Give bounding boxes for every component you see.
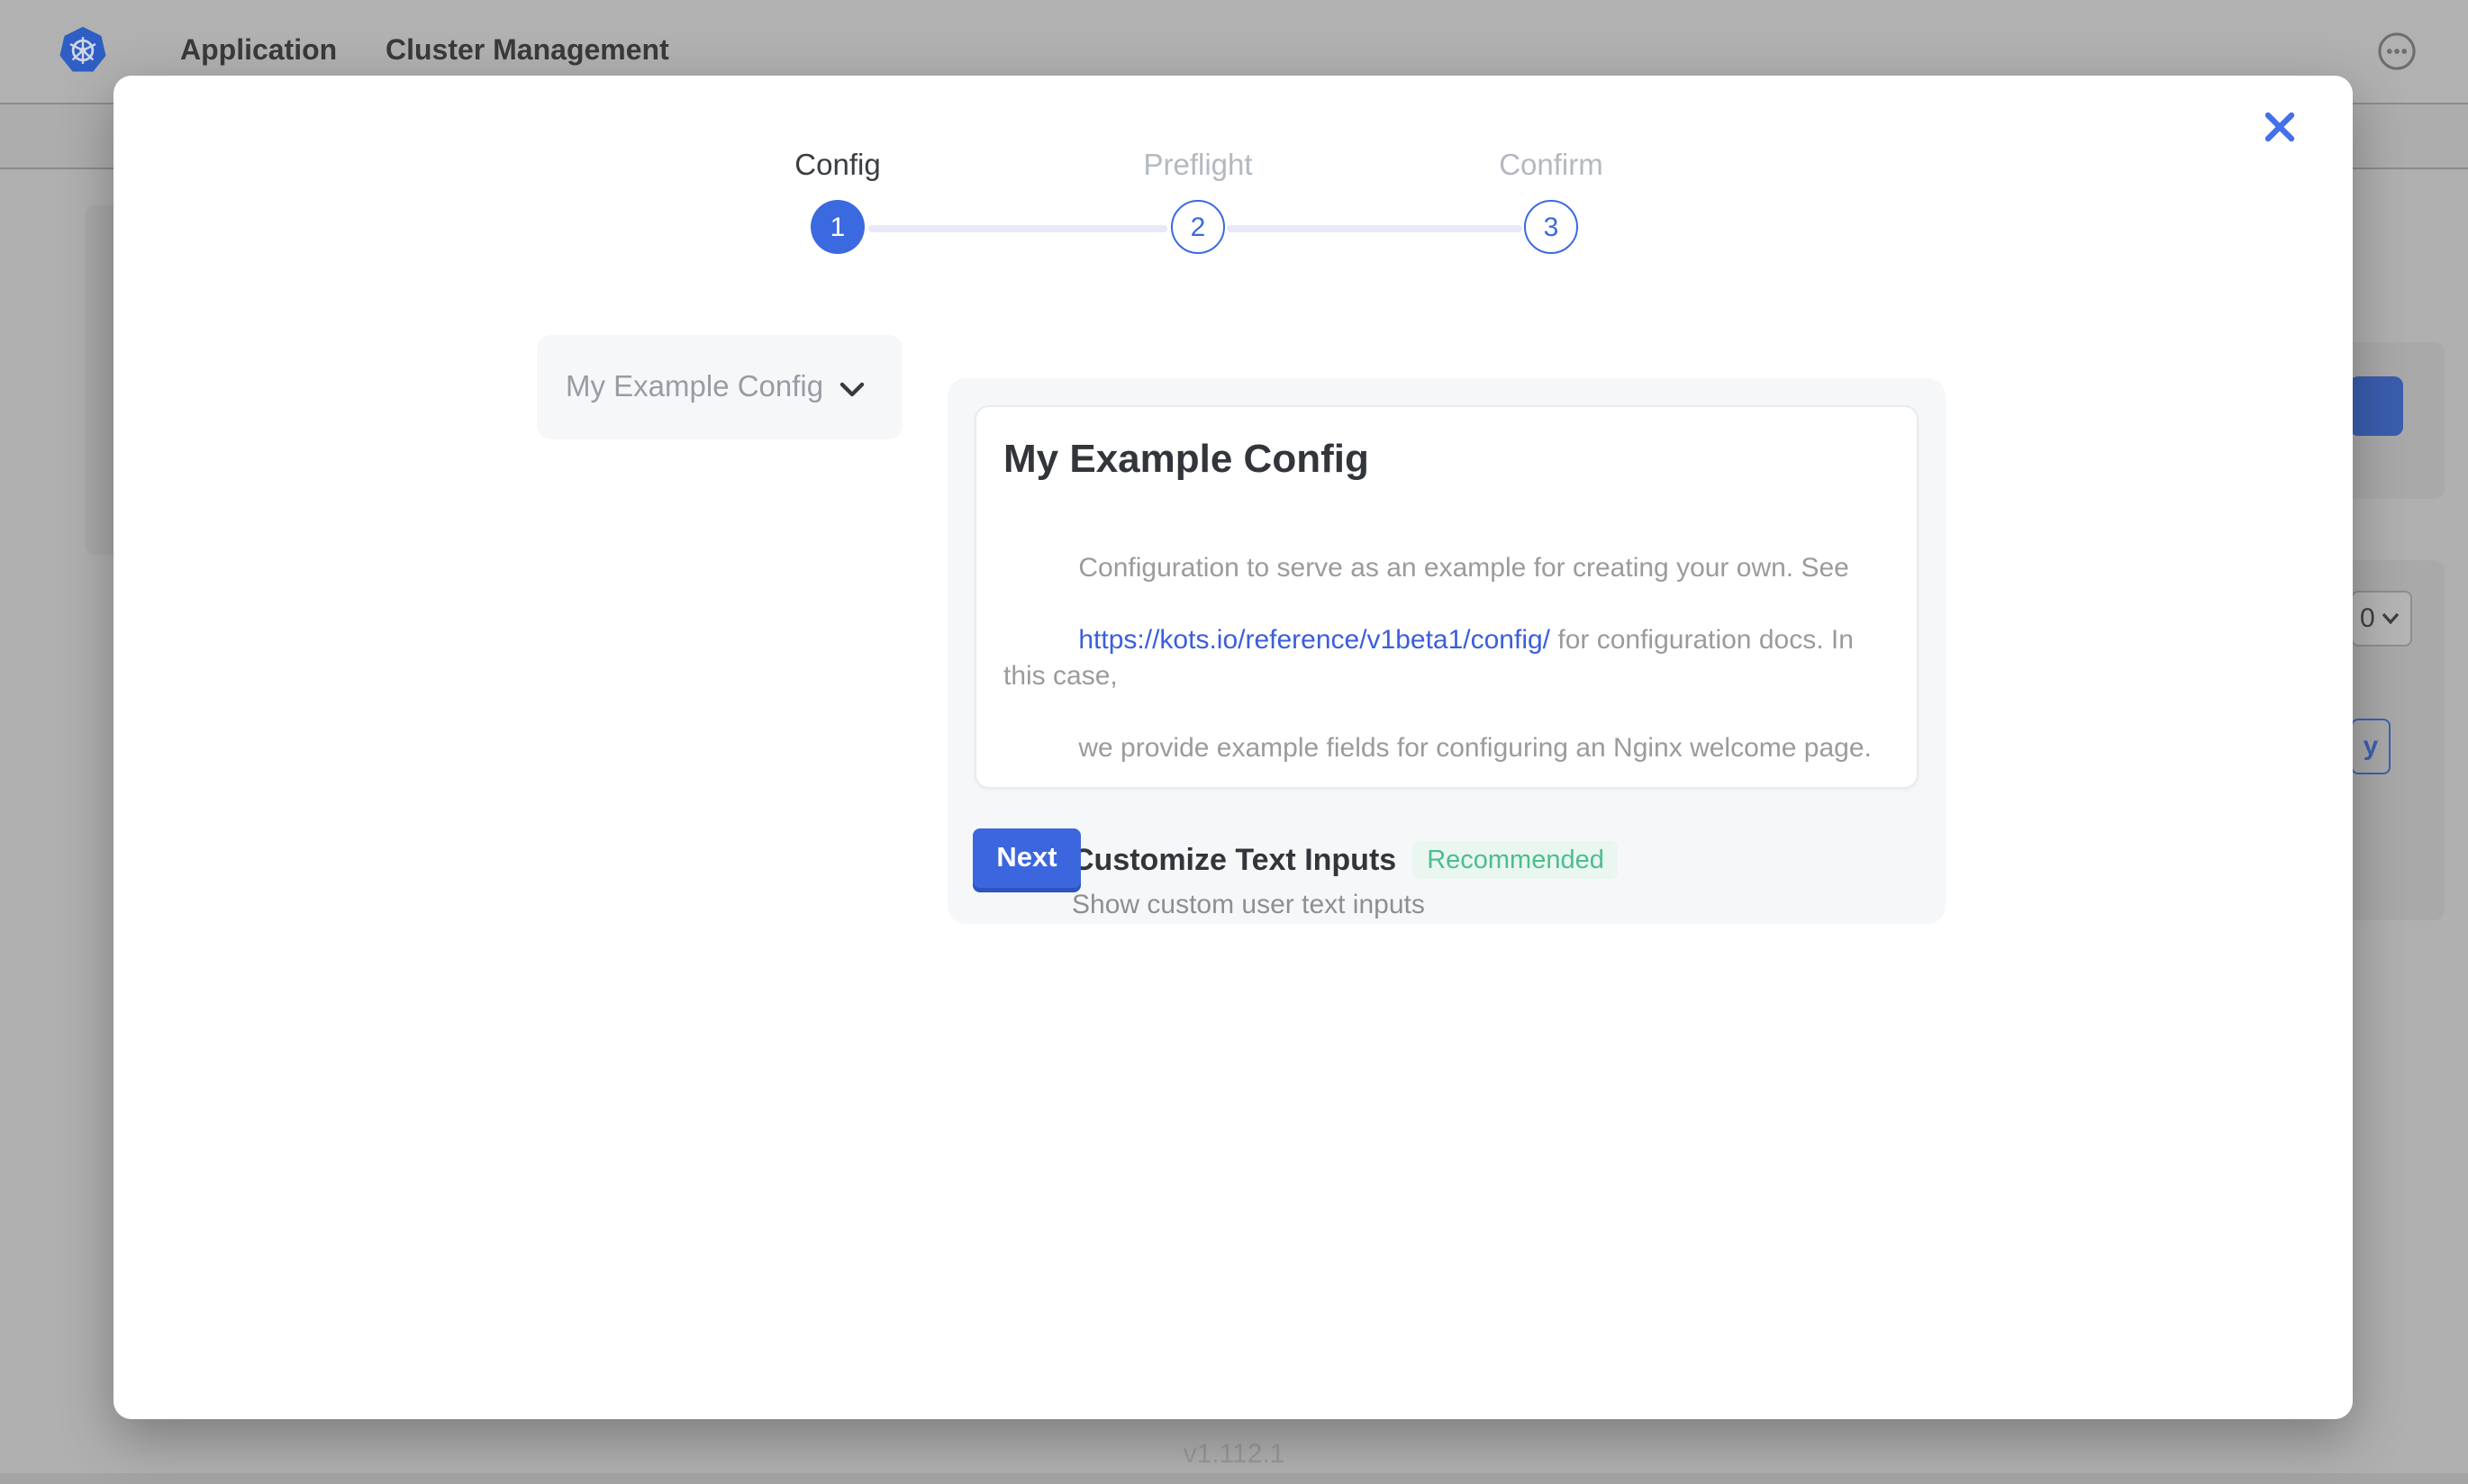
step-config-label: Config [712, 149, 964, 184]
more-menu-icon[interactable] [2378, 32, 2416, 70]
background-outline-button: y [2351, 719, 2391, 774]
chevron-down-icon [839, 381, 865, 397]
step-config-circle: 1 [811, 200, 865, 254]
step-preflight-label: Preflight [1072, 149, 1324, 184]
app-version-label: v1.112.1 [0, 1439, 2468, 1470]
background-select: 0 [2351, 591, 2412, 647]
step-preflight: Preflight 2 [1072, 149, 1324, 254]
step-confirm: Confirm 3 [1425, 149, 1677, 254]
step-config: Config 1 [712, 149, 964, 254]
config-group-nav-dropdown[interactable]: My Example Config [537, 335, 903, 439]
description-text: Configuration to serve as an example for… [1078, 553, 1848, 584]
close-button[interactable] [2254, 101, 2304, 151]
chevron-down-icon [2382, 612, 2400, 625]
background-outline-button-label: y [2364, 731, 2379, 762]
next-button-label: Next [996, 842, 1057, 874]
step-config-number: 1 [830, 212, 846, 242]
config-panel: My Example Config Configuration to serve… [948, 378, 1946, 924]
config-group-card: My Example Config Configuration to serve… [975, 405, 1919, 789]
step-preflight-circle: 2 [1171, 200, 1225, 254]
customize-text-inputs-row: Customize Text Inputs Recommended [1025, 841, 1890, 879]
step-preflight-number: 2 [1191, 212, 1206, 242]
recommended-badge: Recommended [1412, 841, 1619, 879]
config-wizard-modal: Config 1 Preflight 2 Confirm 3 My Exampl… [113, 76, 2353, 1419]
description-text: we provide example fields for configurin… [1078, 733, 1872, 764]
close-icon [2264, 111, 2294, 141]
background-primary-button [2349, 376, 2403, 436]
step-confirm-circle: 3 [1524, 200, 1578, 254]
page: Application Cluster Management 0 y v1.11… [0, 0, 2468, 1484]
config-group-description: Configuration to serve as an example for… [1003, 515, 1890, 803]
customize-text-inputs-label: Customize Text Inputs [1072, 842, 1396, 878]
step-confirm-label: Confirm [1425, 149, 1677, 184]
bottom-strip [0, 1473, 2468, 1484]
config-group-title: My Example Config [1003, 436, 1890, 483]
background-select-value: 0 [2360, 603, 2375, 634]
next-button[interactable]: Next [973, 828, 1081, 888]
config-group-nav-label: My Example Config [566, 370, 823, 404]
checkbox-help-text: Show custom user text inputs [1072, 890, 1890, 920]
kubernetes-logo-icon [58, 25, 108, 76]
config-docs-link[interactable]: https://kots.io/reference/v1beta1/config… [1078, 625, 1550, 656]
step-confirm-number: 3 [1544, 212, 1559, 242]
